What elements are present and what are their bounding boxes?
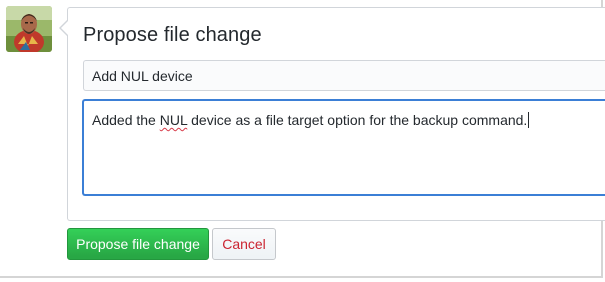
misspelled-word: NUL bbox=[159, 112, 188, 128]
description-text-start: Added the bbox=[92, 112, 160, 128]
propose-file-change-button[interactable]: Propose file change bbox=[67, 228, 209, 260]
form-title: Propose file change bbox=[83, 24, 262, 46]
description-text-end: device as a file target option for the b… bbox=[187, 112, 528, 128]
cancel-button[interactable]: Cancel bbox=[212, 228, 276, 260]
commit-title-input[interactable]: Add NUL device bbox=[83, 60, 605, 91]
card-pointer-fill bbox=[61, 21, 68, 35]
user-avatar-icon[interactable] bbox=[6, 6, 52, 52]
commit-description-textarea[interactable]: Added the NUL device as a file target op… bbox=[82, 99, 605, 196]
avatar-image bbox=[6, 6, 52, 52]
text-cursor bbox=[528, 112, 530, 128]
